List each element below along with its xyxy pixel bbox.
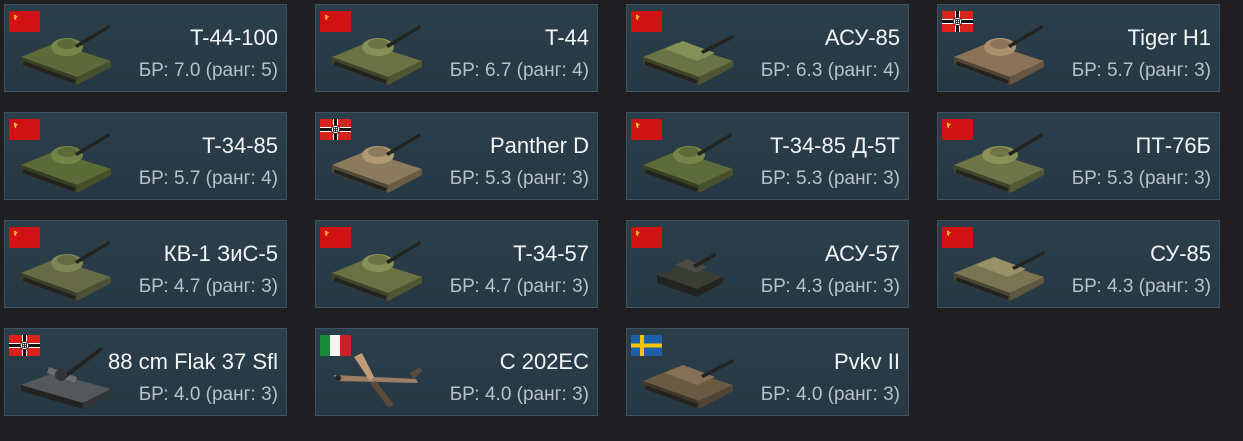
germany-flag-icon bbox=[9, 335, 40, 356]
battle-rating: БР: 5.7 (ранг: 4) bbox=[138, 168, 278, 189]
vehicle-card[interactable]: T-44-100 БР: 7.0 (ранг: 5) bbox=[4, 4, 287, 92]
vehicle-card[interactable]: T-34-85 Д-5Т БР: 5.3 (ранг: 3) bbox=[626, 112, 909, 200]
vehicle-card[interactable]: T-44 БР: 6.7 (ранг: 4) bbox=[315, 4, 598, 92]
vehicle-grid: T-44-100 БР: 7.0 (ранг: 5) T-44 БР: 6.7 (р… bbox=[0, 0, 1243, 441]
vehicle-card[interactable]: 88 cm Flak 37 Sfl БР: 4.0 (ранг: 3) bbox=[4, 328, 287, 416]
sweden-flag-icon bbox=[631, 335, 662, 356]
ussr-flag-icon bbox=[631, 11, 662, 32]
vehicle-card[interactable]: C 202EC БР: 4.0 (ранг: 3) bbox=[315, 328, 598, 416]
germany-flag-icon bbox=[320, 119, 351, 140]
vehicle-name: ПТ-76Б bbox=[1135, 133, 1212, 158]
battle-rating: БР: 6.7 (ранг: 4) bbox=[449, 60, 589, 81]
vehicle-name: T-44-100 bbox=[189, 25, 278, 50]
battle-rating: БР: 4.0 (ранг: 3) bbox=[449, 384, 589, 405]
vehicle-card[interactable]: Panther D БР: 5.3 (ранг: 3) bbox=[315, 112, 598, 200]
vehicle-card[interactable]: T-34-57 БР: 4.7 (ранг: 3) bbox=[315, 220, 598, 308]
battle-rating: БР: 5.3 (ранг: 3) bbox=[449, 168, 589, 189]
battle-rating: БР: 6.3 (ранг: 4) bbox=[760, 60, 900, 81]
vehicle-card[interactable]: СУ-85 БР: 4.3 (ранг: 3) bbox=[937, 220, 1220, 308]
vehicle-card[interactable]: Tiger H1 БР: 5.7 (ранг: 3) bbox=[937, 4, 1220, 92]
ussr-flag-icon bbox=[9, 119, 40, 140]
vehicle-card[interactable]: АСУ-85 БР: 6.3 (ранг: 4) bbox=[626, 4, 909, 92]
battle-rating: БР: 4.3 (ранг: 3) bbox=[1071, 276, 1211, 297]
vehicle-name: T-34-85 Д-5Т bbox=[770, 133, 900, 158]
ussr-flag-icon bbox=[9, 11, 40, 32]
vehicle-name: T-34-57 bbox=[513, 241, 589, 266]
battle-rating: БР: 4.7 (ранг: 3) bbox=[138, 276, 278, 297]
vehicle-name: Pvkv II bbox=[833, 349, 900, 374]
ussr-flag-icon bbox=[320, 11, 351, 32]
vehicle-name: T-34-85 bbox=[202, 133, 278, 158]
vehicle-card[interactable]: КВ-1 ЗиС-5 БР: 4.7 (ранг: 3) bbox=[4, 220, 287, 308]
battle-rating: БР: 4.0 (ранг: 3) bbox=[760, 384, 900, 405]
vehicle-name: АСУ-57 bbox=[824, 241, 900, 266]
vehicle-name: C 202EC bbox=[499, 349, 589, 374]
ussr-flag-icon bbox=[942, 119, 973, 140]
italy-flag-icon bbox=[320, 335, 351, 356]
ussr-flag-icon bbox=[9, 227, 40, 248]
battle-rating: БР: 7.0 (ранг: 5) bbox=[138, 60, 278, 81]
battle-rating: БР: 5.3 (ранг: 3) bbox=[760, 168, 900, 189]
battle-rating: БР: 4.0 (ранг: 3) bbox=[138, 384, 278, 405]
vehicle-name: КВ-1 ЗиС-5 bbox=[163, 241, 278, 266]
vehicle-name: Panther D bbox=[489, 133, 589, 158]
vehicle-card[interactable]: Pvkv II БР: 4.0 (ранг: 3) bbox=[626, 328, 909, 416]
ussr-flag-icon bbox=[942, 227, 973, 248]
ussr-flag-icon bbox=[631, 227, 662, 248]
vehicle-name: СУ-85 bbox=[1150, 241, 1211, 266]
vehicle-name: Tiger H1 bbox=[1127, 25, 1211, 50]
vehicle-card[interactable]: АСУ-57 БР: 4.3 (ранг: 3) bbox=[626, 220, 909, 308]
battle-rating: БР: 5.3 (ранг: 3) bbox=[1071, 168, 1211, 189]
battle-rating: БР: 4.3 (ранг: 3) bbox=[760, 276, 900, 297]
vehicle-name: АСУ-85 bbox=[824, 25, 900, 50]
battle-rating: БР: 4.7 (ранг: 3) bbox=[449, 276, 589, 297]
vehicle-card[interactable]: T-34-85 БР: 5.7 (ранг: 4) bbox=[4, 112, 287, 200]
ussr-flag-icon bbox=[320, 227, 351, 248]
germany-flag-icon bbox=[942, 11, 973, 32]
vehicle-card[interactable]: ПТ-76Б БР: 5.3 (ранг: 3) bbox=[937, 112, 1220, 200]
vehicle-name: 88 cm Flak 37 Sfl bbox=[108, 349, 278, 374]
ussr-flag-icon bbox=[631, 119, 662, 140]
battle-rating: БР: 5.7 (ранг: 3) bbox=[1071, 60, 1211, 81]
vehicle-name: T-44 bbox=[544, 25, 589, 50]
